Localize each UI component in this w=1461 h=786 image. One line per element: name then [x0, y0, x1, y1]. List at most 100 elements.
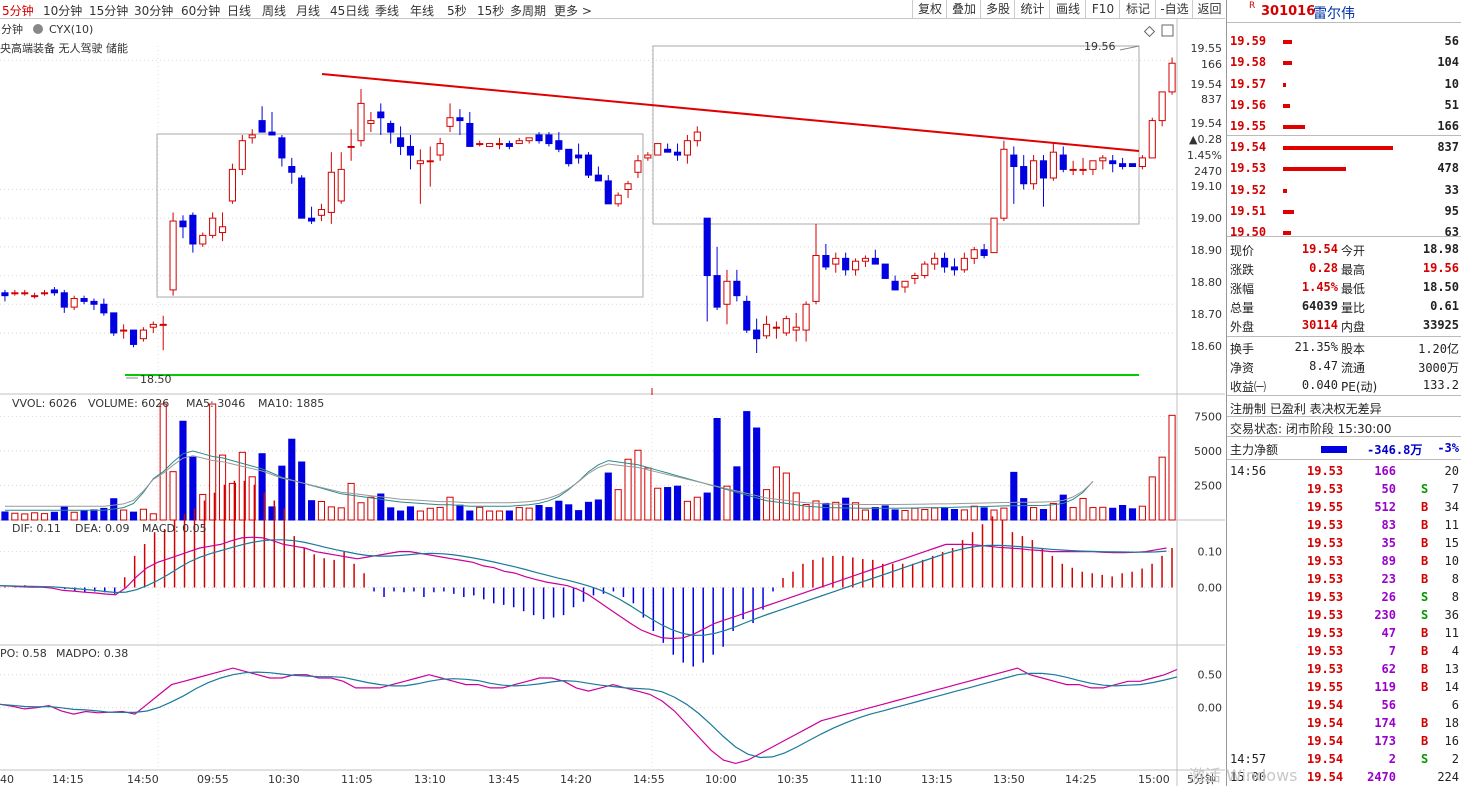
period-13[interactable]: 多周期	[510, 2, 546, 19]
toolbar-button-0[interactable]: 复权	[912, 0, 947, 18]
toolbar-button-7[interactable]: -自选	[1155, 0, 1193, 18]
volume-bar	[1099, 506, 1107, 521]
candle-body	[80, 298, 88, 302]
candle-body	[743, 300, 751, 331]
period-6[interactable]: 周线	[262, 2, 286, 19]
volume-bar	[1059, 494, 1067, 521]
orderbook-row[interactable]: 19.53 478	[1227, 159, 1461, 177]
candle-body	[456, 117, 464, 122]
period-12[interactable]: 15秒	[477, 2, 504, 19]
volume-bar	[921, 509, 929, 521]
tick-side: B	[1421, 626, 1429, 640]
stats-row: 涨跌 0.28 最高 19.56	[1227, 259, 1461, 277]
candle-body	[110, 312, 118, 334]
toolbar-button-6[interactable]: 标记	[1119, 0, 1156, 18]
candle-body	[50, 289, 58, 294]
volume-bar	[802, 504, 810, 521]
stat-value: 18.50	[1422, 280, 1459, 294]
time-axis-label-5: 11:05	[341, 773, 373, 786]
stat-label: 涨跌	[1230, 263, 1255, 277]
candle-body	[1109, 160, 1117, 165]
tick-volume: 26	[1381, 590, 1396, 604]
volume-bar	[693, 496, 701, 521]
volume-bar	[832, 501, 840, 521]
orderbook-row[interactable]: 19.54 837	[1227, 138, 1461, 156]
time-axis-label-10: 10:00	[705, 773, 737, 786]
orderbook-row[interactable]: 19.51 95	[1227, 202, 1461, 220]
orderbook-row[interactable]: 19.50 63	[1227, 223, 1461, 241]
period-1[interactable]: 10分钟	[43, 2, 82, 19]
orderbook-row[interactable]: 19.59 56	[1227, 32, 1461, 50]
toolbar-button-3[interactable]: 统计	[1014, 0, 1050, 18]
toolbar-button-1[interactable]: 叠加	[946, 0, 981, 18]
orderbook-row[interactable]: 19.55 166	[1227, 117, 1461, 135]
order-volume-bar	[1283, 188, 1288, 193]
price-axis-label-3: 837	[1201, 93, 1222, 106]
tick-side: B	[1421, 680, 1429, 694]
order-price: 19.52	[1230, 182, 1267, 197]
volume-bar	[970, 505, 978, 521]
tick-price: 19.55	[1307, 680, 1344, 694]
toolbar-button-2[interactable]: 多股	[980, 0, 1015, 18]
toolbar-button-4[interactable]: 画线	[1049, 0, 1086, 18]
candle-body	[347, 145, 355, 148]
candle-body	[970, 249, 978, 259]
orderbook-bottom	[1227, 236, 1461, 237]
tick-side: B	[1421, 500, 1429, 514]
period-3[interactable]: 30分钟	[134, 2, 173, 19]
period-0[interactable]: 5分钟	[2, 2, 34, 19]
tick-volume: 174	[1374, 716, 1396, 730]
candle-body	[495, 143, 504, 146]
stat-value: 64039	[1301, 299, 1338, 313]
orderbook-row[interactable]: 19.56 51	[1227, 96, 1461, 114]
vvol-legend: VVOL: 6026	[12, 397, 77, 410]
orderbook-row[interactable]: 19.57 10	[1227, 75, 1461, 93]
toolbar-button-5[interactable]: F10	[1085, 0, 1120, 18]
candle-body	[723, 280, 731, 305]
tick-row: 19.53 23 B 8	[1227, 570, 1461, 588]
tick-side: B	[1421, 518, 1429, 532]
volume-bar	[1, 511, 9, 521]
stat-label: 涨幅	[1230, 282, 1255, 296]
candle-body	[812, 254, 820, 302]
candle-body	[1158, 91, 1166, 122]
candle-body	[950, 266, 959, 271]
stock-name[interactable]: 雷尔伟	[1313, 3, 1355, 23]
volume-bar	[397, 510, 405, 521]
candle-body	[268, 131, 276, 136]
candle-body	[565, 148, 573, 165]
stats-divider	[1227, 336, 1461, 337]
toolbar-button-8[interactable]: 返回	[1192, 0, 1226, 18]
period-9[interactable]: 季线	[375, 2, 399, 19]
volume-bar	[466, 510, 474, 521]
period-7[interactable]: 月线	[296, 2, 320, 19]
period-10[interactable]: 年线	[410, 2, 434, 19]
windows-watermark: 激活 Windows	[1189, 766, 1298, 785]
tick-row: 19.53 230 S 36	[1227, 606, 1461, 624]
tick-time: 14:56	[1230, 464, 1267, 478]
tick-side: B	[1421, 644, 1429, 658]
orderbook-row[interactable]: 19.52 33	[1227, 181, 1461, 199]
period-2[interactable]: 15分钟	[89, 2, 128, 19]
volume-bar	[11, 512, 19, 521]
price-axis-label-12: 18.70	[1191, 308, 1223, 321]
time-axis-label-7: 13:45	[488, 773, 520, 786]
period-11[interactable]: 5秒	[447, 2, 467, 19]
stat-label: PE(动)	[1341, 380, 1378, 394]
kline-chart[interactable]: 分钟 CYX(10) 央高端装备 无人驾驶 储能 19.56 18.50 19.55 166…	[0, 19, 1225, 786]
volume-bar	[406, 506, 415, 521]
stat-label: 流通	[1341, 361, 1366, 375]
volume-bar	[169, 471, 177, 521]
period-8[interactable]: 45日线	[330, 2, 369, 19]
ma10-legend: MA10: 1885	[258, 397, 324, 410]
orderbook-row[interactable]: 19.58 104	[1227, 53, 1461, 71]
volume-bar	[584, 501, 593, 521]
period-4[interactable]: 60分钟	[181, 2, 220, 19]
period-5[interactable]: 日线	[227, 2, 251, 19]
volume-bar	[1000, 507, 1008, 521]
price-axis-label-8: 19.10	[1191, 180, 1223, 193]
watermark-row: 激活 Windows	[1189, 760, 1461, 785]
volume-bar	[1158, 456, 1166, 521]
period-14[interactable]: 更多 >	[554, 2, 592, 19]
candle-body	[397, 137, 405, 147]
